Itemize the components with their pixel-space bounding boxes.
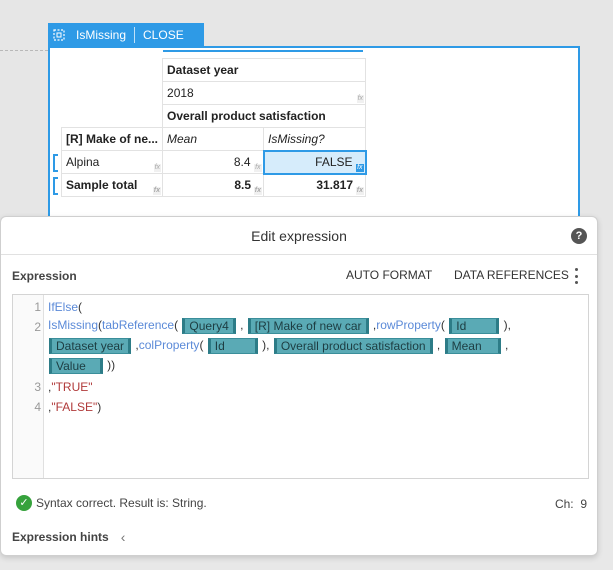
chevron-left-icon: ‹: [120, 529, 126, 545]
mean-cell[interactable]: 8.5 fx: [162, 173, 265, 197]
reference-token[interactable]: Dataset year: [49, 338, 132, 354]
expression-label: Expression: [12, 269, 77, 283]
expression-editor[interactable]: 1 2 3 4 IfElse( IsMissing(tabReference( …: [12, 294, 589, 479]
row-header[interactable]: [R] Make of ne...: [60, 127, 164, 151]
syntax-status: ✓ Syntax correct. Result is: String.: [16, 495, 207, 511]
line-number-gutter: 1 2 3 4: [13, 295, 44, 478]
fx-icon: fx: [152, 187, 162, 195]
col-mean-header[interactable]: Mean: [162, 127, 265, 151]
measure-header[interactable]: Overall product satisfaction: [162, 104, 367, 128]
fx-icon: fx: [356, 95, 365, 103]
line-number: 2: [34, 320, 41, 334]
reference-token[interactable]: Overall product satisfaction: [273, 338, 433, 354]
row-label[interactable]: Alpina fx: [60, 150, 164, 174]
row-bracket-icon: [53, 154, 58, 172]
expression-hints-label: Expression hints: [12, 530, 109, 544]
code-line: IfElse(: [48, 300, 83, 314]
code-line: ,"TRUE": [48, 380, 93, 394]
status-text: Syntax correct. Result is: String.: [36, 496, 207, 510]
reference-token[interactable]: Value: [49, 358, 103, 374]
row-label[interactable]: Sample total fx: [60, 173, 164, 197]
table-row: Alpina fx 8.4 fx FALSE fx: [60, 149, 367, 175]
more-options-icon[interactable]: [572, 268, 580, 284]
ismissing-cell[interactable]: 31.817 fx: [263, 173, 367, 197]
fx-icon: fx: [253, 187, 263, 195]
row-bracket-icon: [53, 177, 58, 195]
fx-icon: fx: [356, 163, 364, 172]
line-number: 3: [34, 380, 41, 394]
data-references-button[interactable]: DATA REFERENCES: [454, 268, 569, 282]
table-name: IsMissing: [70, 27, 136, 43]
expression-hints-toggle[interactable]: Expression hints ‹: [12, 529, 125, 545]
reference-token[interactable]: Query4: [182, 318, 236, 334]
code-line: Value )): [48, 358, 115, 374]
fx-icon: fx: [153, 164, 162, 172]
code-line: Dataset year ,colProperty( Id ), Overall…: [48, 338, 508, 354]
help-icon[interactable]: ?: [571, 228, 587, 244]
reference-token[interactable]: Id: [449, 318, 500, 334]
mean-cell[interactable]: 8.4 fx: [162, 150, 265, 174]
selection-frame-icon[interactable]: [48, 23, 70, 47]
table-row: Sample total fx 8.5 fx 31.817 fx: [60, 173, 367, 197]
column-selection-handle: [163, 50, 363, 52]
year-cell[interactable]: 2018 fx: [162, 81, 367, 105]
reference-token[interactable]: Id: [207, 338, 258, 354]
dataset-year-header[interactable]: Dataset year: [162, 58, 367, 82]
check-icon: ✓: [16, 495, 32, 511]
code-line: IsMissing(tabReference( Query4 , [R] Mak…: [48, 318, 511, 334]
auto-format-button[interactable]: AUTO FORMAT: [346, 268, 432, 282]
reference-token[interactable]: [R] Make of new car: [247, 318, 369, 334]
panel-title: Edit expression: [1, 217, 597, 255]
line-number: 4: [34, 400, 41, 414]
table-toolbar: IsMissing CLOSE: [48, 23, 204, 47]
line-number: 1: [34, 300, 41, 314]
ismissing-cell-selected[interactable]: FALSE fx: [262, 149, 367, 175]
code-line: ,"FALSE"): [48, 400, 102, 414]
close-button[interactable]: CLOSE: [135, 27, 192, 43]
fx-icon: fx: [355, 187, 365, 195]
guide-line: [0, 50, 48, 51]
character-position: Ch: 9: [554, 497, 587, 511]
edit-expression-panel: Edit expression ? Expression AUTO FORMAT…: [0, 216, 598, 556]
report-table: Dataset year 2018 fx Overall product sati…: [60, 58, 367, 197]
col-ismissing-header[interactable]: IsMissing?: [263, 127, 367, 151]
reference-token[interactable]: Mean: [444, 338, 501, 354]
fx-icon: fx: [254, 164, 262, 172]
